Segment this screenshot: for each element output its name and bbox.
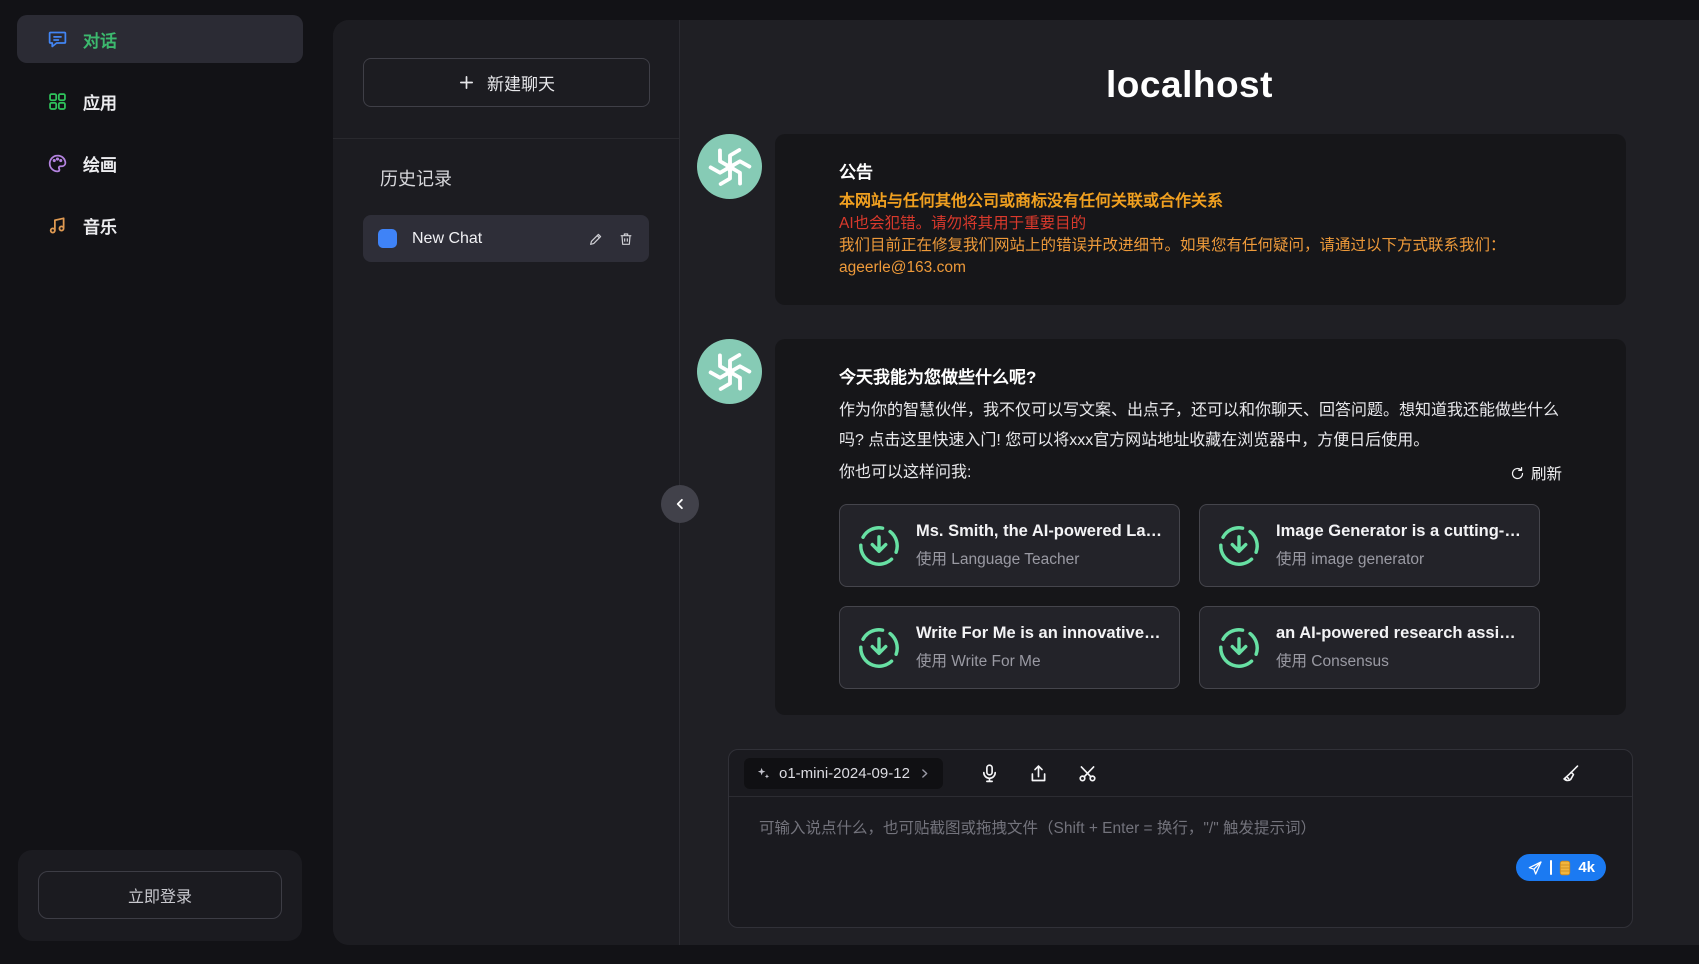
chat-area: localhost (680, 20, 1699, 945)
new-chat-button[interactable]: 新建聊天 (363, 58, 650, 107)
announcement-email: ageerle@163.com (839, 257, 1562, 279)
openai-logo-icon (707, 144, 753, 190)
sidebar-item-apps[interactable]: 应用 (17, 77, 303, 125)
sidebar-item-chat[interactable]: 对话 (17, 15, 303, 63)
page-title: localhost (680, 64, 1699, 106)
suggestion-card[interactable]: an AI-powered research assista... 使用 Con… (1199, 606, 1540, 689)
cut-button[interactable] (1077, 763, 1098, 784)
upload-icon (1028, 763, 1049, 784)
chat-bubble-icon (47, 29, 68, 50)
composer: o1-mini-2024-09-12 (728, 749, 1633, 928)
token-count: 4k (1578, 859, 1595, 876)
broom-icon (1560, 763, 1581, 784)
suggestion-grid: Ms. Smith, the AI-powered Lan... 使用 Lang… (839, 504, 1562, 689)
announcement-line: 本网站与任何其他公司或商标没有任何关联或合作关系 (839, 191, 1562, 213)
suggestion-texts: Write For Me is an innovative A... 使用 Wr… (916, 624, 1163, 671)
refresh-button[interactable]: 刷新 (1510, 462, 1562, 484)
refresh-label: 刷新 (1531, 462, 1562, 484)
download-circle-icon (1216, 523, 1262, 569)
suggestion-subtitle: 使用 Write For Me (916, 649, 1163, 671)
download-circle-icon (856, 625, 902, 671)
list-divider (333, 138, 679, 139)
message-announcement: 公告 本网站与任何其他公司或商标没有任何关联或合作关系 AI也会犯错。请勿将其用… (697, 134, 1699, 305)
message-welcome: 今天我能为您做些什么呢? 作为你的智慧伙伴，我不仅可以写文案、出点子，还可以和你… (697, 339, 1699, 715)
history-title: 历史记录 (380, 165, 679, 191)
download-circle-icon (1216, 625, 1262, 671)
chevron-left-icon (671, 495, 689, 513)
sidebar-item-label: 绘画 (83, 151, 117, 176)
coin-icon (1559, 860, 1571, 876)
new-chat-label: 新建聊天 (487, 70, 555, 95)
composer-toolbar: o1-mini-2024-09-12 (729, 750, 1632, 797)
suggestion-subtitle: 使用 image generator (1276, 547, 1523, 569)
sidebar-item-label: 音乐 (83, 213, 117, 238)
sidebar-collapse-button[interactable] (661, 485, 699, 523)
message-list: 公告 本网站与任何其他公司或商标没有任何关联或合作关系 AI也会犯错。请勿将其用… (680, 106, 1699, 749)
sidebar: 对话 应用 绘画 音乐 立即登录 (0, 0, 320, 964)
welcome-bubble: 今天我能为您做些什么呢? 作为你的智慧伙伴，我不仅可以写文案、出点子，还可以和你… (775, 339, 1626, 715)
plus-icon (458, 74, 475, 91)
suggestion-subtitle: 使用 Consensus (1276, 649, 1523, 671)
delete-icon[interactable] (618, 231, 634, 247)
sidebar-item-label: 对话 (83, 27, 117, 52)
suggestion-card[interactable]: Ms. Smith, the AI-powered Lan... 使用 Lang… (839, 504, 1180, 587)
microphone-icon (979, 763, 1000, 784)
suggestion-card[interactable]: Image Generator is a cutting-e... 使用 ima… (1199, 504, 1540, 587)
assistant-avatar (697, 339, 762, 404)
sidebar-item-music[interactable]: 音乐 (17, 201, 303, 249)
message-input[interactable] (729, 797, 1632, 927)
suggestion-title: an AI-powered research assista... (1276, 624, 1523, 643)
announcement-title: 公告 (839, 158, 1562, 183)
chat-history-item[interactable]: New Chat (363, 215, 649, 262)
announcement-line: 我们目前正在修复我们网站上的错误并改进细节。如果您有任何疑问，请通过以下方式联系… (839, 235, 1562, 257)
welcome-body: 作为你的智慧伙伴，我不仅可以写文案、出点子，还可以和你聊天、回答问题。想知道我还… (839, 396, 1562, 456)
suggestion-texts: Image Generator is a cutting-e... 使用 ima… (1276, 522, 1523, 569)
suggestion-texts: an AI-powered research assista... 使用 Con… (1276, 624, 1523, 671)
chat-square-icon (378, 229, 397, 248)
paper-plane-icon (1527, 860, 1543, 876)
model-name: o1-mini-2024-09-12 (779, 765, 910, 782)
suggestion-title: Image Generator is a cutting-e... (1276, 522, 1523, 541)
welcome-title: 今天我能为您做些什么呢? (839, 363, 1562, 388)
upload-button[interactable] (1028, 763, 1049, 784)
openai-logo-icon (707, 349, 753, 395)
send-token-badge[interactable]: 4k (1516, 854, 1606, 881)
voice-input-button[interactable] (979, 763, 1000, 784)
suggestion-title: Ms. Smith, the AI-powered Lan... (916, 522, 1163, 541)
chevron-right-icon (918, 767, 931, 780)
ask-hint: 你也可以这样问我: (839, 458, 971, 488)
announcement-line: AI也会犯错。请勿将其用于重要目的 (839, 213, 1562, 235)
sidebar-item-label: 应用 (83, 89, 117, 114)
sparkles-icon (756, 766, 771, 781)
sidebar-item-drawing[interactable]: 绘画 (17, 139, 303, 187)
clear-context-button[interactable] (1560, 763, 1581, 784)
suggestion-subtitle: 使用 Language Teacher (916, 547, 1163, 569)
badge-divider (1550, 860, 1552, 875)
suggestion-title: Write For Me is an innovative A... (916, 624, 1163, 643)
download-circle-icon (856, 523, 902, 569)
chat-list-panel: 新建聊天 历史记录 New Chat (333, 20, 680, 945)
login-card: 立即登录 (18, 850, 302, 941)
announcement-bubble: 公告 本网站与任何其他公司或商标没有任何关联或合作关系 AI也会犯错。请勿将其用… (775, 134, 1626, 305)
suggestion-texts: Ms. Smith, the AI-powered Lan... 使用 Lang… (916, 522, 1163, 569)
chat-item-title: New Chat (412, 230, 574, 248)
edit-icon[interactable] (588, 231, 604, 247)
login-button[interactable]: 立即登录 (38, 871, 282, 919)
palette-icon (47, 153, 68, 174)
refresh-icon (1510, 466, 1525, 481)
music-note-icon (47, 215, 68, 236)
main-shell: 新建聊天 历史记录 New Chat localhost (333, 20, 1699, 945)
apps-grid-icon (47, 91, 68, 112)
assistant-avatar (697, 134, 762, 199)
suggestion-card[interactable]: Write For Me is an innovative A... 使用 Wr… (839, 606, 1180, 689)
model-selector[interactable]: o1-mini-2024-09-12 (744, 758, 943, 789)
scissors-icon (1077, 763, 1098, 784)
hint-row: 你也可以这样问我: 刷新 (839, 458, 1562, 488)
